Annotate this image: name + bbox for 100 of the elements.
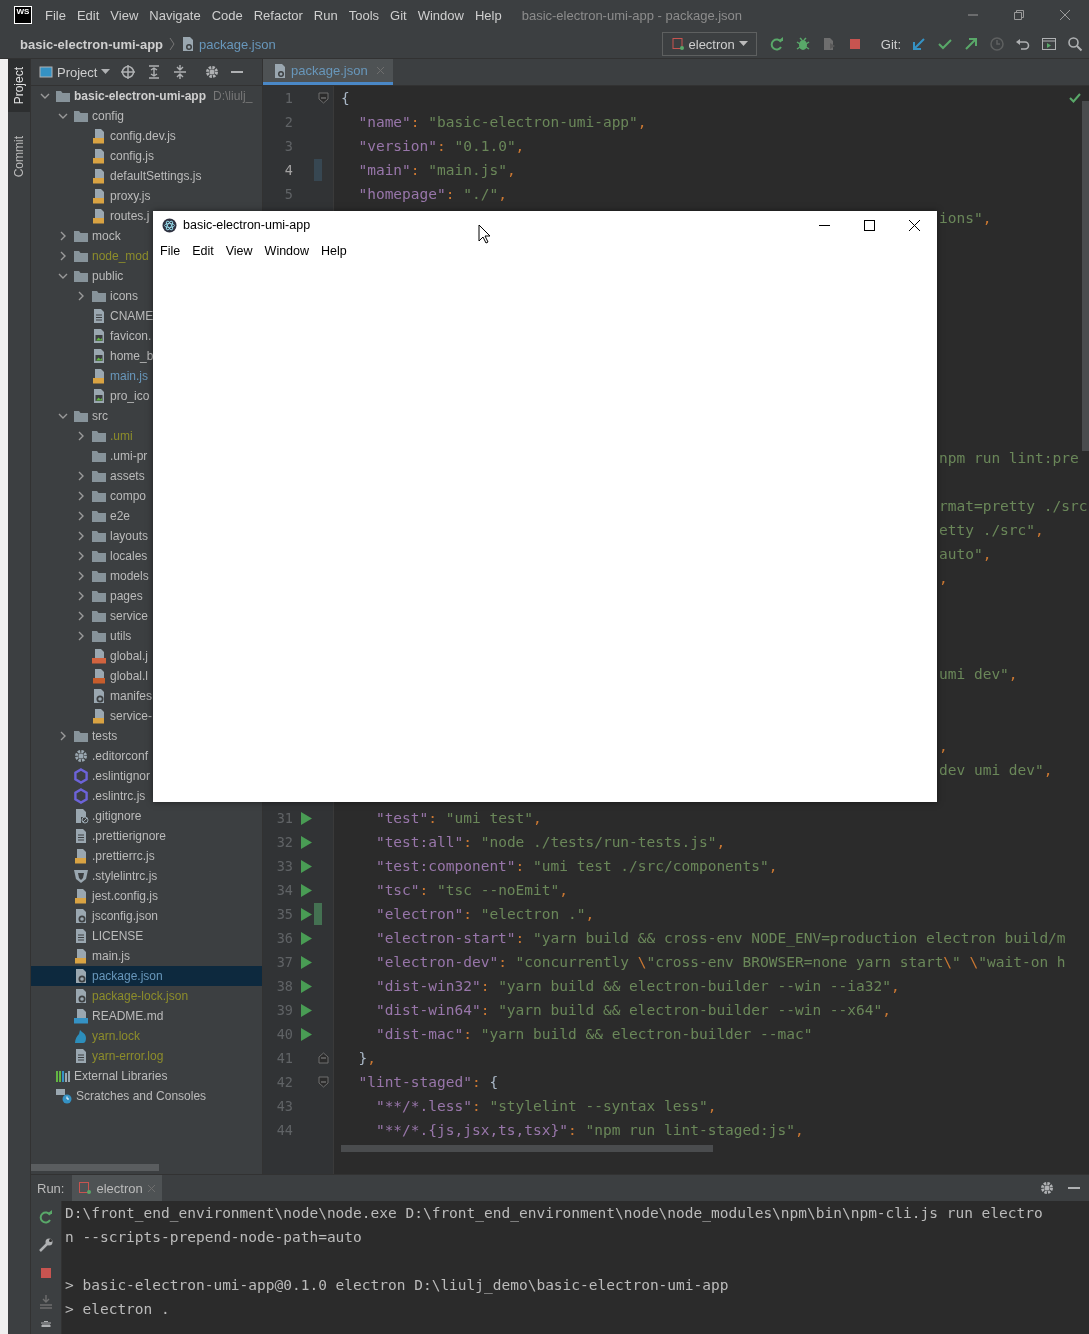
tree-item[interactable]: models (110, 569, 149, 583)
menu-item[interactable]: View (225, 244, 253, 258)
menu-item[interactable]: Navigate (144, 7, 207, 23)
chevron-down-icon[interactable] (57, 111, 68, 121)
tree-item[interactable]: config.dev.js (110, 129, 176, 143)
menu-item[interactable]: Window (412, 7, 470, 23)
tree-item[interactable]: config (92, 109, 125, 123)
tree-item[interactable]: assets (110, 469, 145, 483)
menu-item[interactable]: Git (385, 7, 413, 23)
target-icon[interactable] (120, 64, 137, 80)
tool-window-tab[interactable]: Commit (8, 128, 30, 186)
run-icon[interactable] (301, 835, 312, 849)
tree-item[interactable]: .umi (110, 429, 133, 443)
tree-item[interactable]: global.j (110, 649, 149, 663)
breadcrumb-project[interactable]: basic-electron-umi-app (20, 36, 164, 52)
tree-item[interactable]: .eslintignor (92, 769, 151, 783)
tree-item[interactable]: global.l (110, 669, 149, 683)
check-icon[interactable] (1069, 93, 1081, 103)
tree-item[interactable]: node_mod (92, 249, 149, 263)
tree-item[interactable]: .prettierignore (92, 829, 167, 843)
tree-item[interactable]: .umi-pr (110, 449, 148, 463)
scrollbar-thumb[interactable] (1082, 101, 1089, 451)
tree-item[interactable]: manifes (110, 689, 153, 703)
run-icon[interactable] (301, 1027, 312, 1041)
check-icon[interactable] (937, 36, 953, 52)
change-marker[interactable] (314, 159, 322, 181)
panel-title[interactable]: Project (57, 64, 98, 80)
maximize-icon[interactable] (864, 219, 875, 231)
collapse-all-icon[interactable] (172, 64, 189, 80)
settings-icon[interactable] (204, 64, 221, 80)
menu-item[interactable]: Code (206, 7, 249, 23)
push-arrow-icon[interactable] (963, 36, 979, 52)
run-icon[interactable] (301, 811, 312, 825)
breadcrumb-file[interactable]: package.json (199, 36, 276, 52)
undo-icon[interactable] (1015, 36, 1031, 52)
fold-end-icon[interactable] (318, 1052, 329, 1064)
tree-item[interactable]: locales (110, 549, 148, 563)
stop-icon[interactable] (38, 1265, 54, 1281)
change-marker[interactable] (314, 903, 322, 925)
tool-window-tab[interactable]: Project (8, 59, 30, 113)
tree-item[interactable]: defaultSettings.js (110, 169, 202, 183)
tree-item[interactable]: routes.j (110, 209, 150, 223)
fold-start-icon[interactable] (318, 1076, 329, 1088)
menu-item[interactable]: Help (469, 7, 508, 23)
tree-item[interactable]: yarn.lock (92, 1029, 141, 1043)
run-config-dropdown[interactable]: electron (661, 32, 757, 56)
menu-item[interactable]: Help (321, 244, 347, 258)
close-icon[interactable] (909, 219, 920, 231)
tree-item[interactable]: main.js (110, 369, 148, 383)
tree-item[interactable]: service- (110, 709, 152, 723)
tree-item[interactable]: jest.config.js (92, 889, 159, 903)
tree-item[interactable]: home_b (110, 349, 154, 363)
wrench-icon[interactable] (38, 1237, 54, 1253)
tree-item[interactable]: README.md (92, 1009, 164, 1023)
layout-icon[interactable] (1041, 36, 1057, 52)
menu-item[interactable]: Window (264, 244, 310, 258)
search-icon[interactable] (1067, 36, 1083, 52)
menu-item[interactable]: Refactor (248, 7, 309, 23)
restore-icon[interactable] (1013, 9, 1025, 21)
menu-item[interactable]: Edit (71, 7, 106, 23)
fold-start-icon[interactable] (318, 92, 329, 104)
menu-item[interactable]: Tools (343, 7, 386, 23)
tree-item[interactable]: e2e (110, 509, 131, 523)
rerun-icon[interactable] (38, 1209, 54, 1225)
scrollbar-thumb[interactable] (31, 1164, 159, 1171)
chevron-down-icon[interactable] (39, 91, 50, 101)
run-icon[interactable] (301, 883, 312, 897)
tree-item[interactable]: compo (110, 489, 147, 503)
menu-item[interactable]: File (40, 7, 72, 23)
tree-item[interactable]: jsconfig.json (92, 909, 159, 923)
settings-icon[interactable] (1039, 1180, 1055, 1196)
tree-item[interactable]: CNAME (110, 309, 154, 323)
tree-item[interactable]: .stylelintrc.js (92, 869, 158, 883)
tree-item[interactable]: pro_ico (110, 389, 150, 403)
run-icon[interactable] (301, 955, 312, 969)
tree-item[interactable]: src (92, 409, 108, 423)
trash-icon[interactable] (38, 1321, 54, 1327)
tree-item[interactable]: tests (92, 729, 118, 743)
scrollbar-thumb[interactable] (341, 1145, 713, 1152)
tree-item[interactable]: proxy.js (110, 189, 151, 203)
tree-item[interactable]: icons (110, 289, 138, 303)
run-tab[interactable]: electron (72, 1175, 162, 1201)
tree-item[interactable]: .eslintrc.js (92, 789, 146, 803)
tree-item[interactable]: layouts (110, 529, 149, 543)
menu-item[interactable]: Edit (192, 244, 214, 258)
tree-item[interactable]: .editorconf (92, 749, 149, 763)
rerun-icon[interactable] (768, 36, 785, 52)
menu-item[interactable]: View (105, 7, 145, 23)
tree-item[interactable]: main.js (92, 949, 130, 963)
tree-item[interactable]: LICENSE (92, 929, 144, 943)
tree-item[interactable]: favicon. (110, 329, 152, 343)
run-icon[interactable] (301, 979, 312, 993)
run-icon[interactable] (301, 859, 312, 873)
bug-icon[interactable] (794, 36, 811, 52)
run-icon[interactable] (301, 931, 312, 945)
tree-item[interactable]: package-lock.json (92, 989, 189, 1003)
caret-icon[interactable] (101, 69, 111, 75)
tree-item[interactable]: .prettierrc.js (92, 849, 155, 863)
tree-item[interactable]: External Libraries (74, 1069, 168, 1083)
tree-item[interactable]: mock (92, 229, 121, 243)
